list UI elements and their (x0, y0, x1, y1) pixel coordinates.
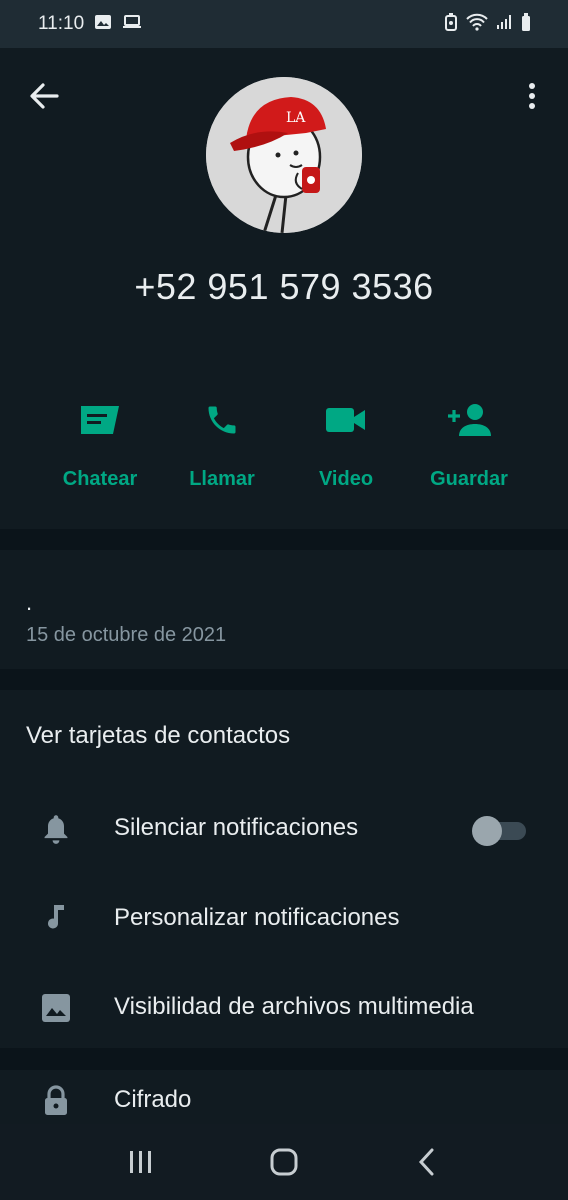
image-icon (38, 990, 74, 1026)
add-contact-icon (446, 398, 492, 442)
view-contact-cards-button[interactable]: Ver tarjetas de contactos (26, 722, 290, 750)
call-action-button[interactable]: Llamar (162, 398, 282, 491)
encryption-section[interactable]: Cifrado (0, 1070, 568, 1130)
contact-header: LA +52 951 579 3536 Chatear Llamar Video (0, 48, 568, 529)
arrow-back-icon (30, 83, 59, 109)
home-icon (270, 1148, 298, 1176)
contact-settings-section: Ver tarjetas de contactos Silenciar noti… (0, 690, 568, 1048)
mute-notifications-toggle[interactable] (472, 816, 526, 846)
save-action-button[interactable]: Guardar (409, 398, 529, 491)
recent-apps-button[interactable] (111, 1132, 171, 1192)
back-nav-button[interactable] (397, 1132, 457, 1192)
lock-icon (38, 1083, 74, 1119)
video-action-label: Video (318, 468, 374, 490)
battery-saver-icon (444, 12, 458, 36)
chat-action-button[interactable]: Chatear (40, 398, 160, 491)
chat-icon (77, 398, 123, 442)
recent-apps-icon (130, 1151, 152, 1173)
action-buttons: Chatear Llamar Video Guardar (0, 398, 568, 498)
laptop-icon (122, 14, 142, 35)
media-visibility-label: Visibilidad de archivos multimedia (114, 993, 474, 1020)
contact-avatar[interactable]: LA (206, 77, 362, 233)
chevron-left-icon (418, 1148, 434, 1176)
video-action-button[interactable]: Video (286, 398, 406, 491)
contact-phone-number: +52 951 579 3536 (134, 266, 434, 307)
signal-icon (496, 14, 512, 35)
wifi-icon (466, 13, 488, 36)
save-action-label: Guardar (430, 468, 508, 490)
media-visibility-row[interactable]: Visibilidad de archivos multimedia (0, 971, 568, 1041)
avatar-illustration: LA (206, 77, 362, 233)
gallery-icon (94, 14, 112, 35)
custom-notifications-row[interactable]: Personalizar notificaciones (0, 882, 568, 952)
about-section[interactable]: . 15 de octubre de 2021 (0, 550, 568, 669)
about-date: 15 de octubre de 2021 (26, 624, 227, 646)
status-time: 11:10 (38, 13, 85, 34)
about-text: . (26, 590, 33, 615)
mute-notifications-row[interactable]: Silenciar notificaciones (0, 792, 568, 862)
system-navigation-bar (0, 1124, 568, 1200)
custom-notifications-label: Personalizar notificaciones (114, 904, 400, 931)
chat-action-label: Chatear (62, 468, 138, 490)
call-action-label: Llamar (189, 468, 255, 490)
more-vert-icon (529, 83, 535, 109)
mute-notifications-label: Silenciar notificaciones (114, 814, 359, 841)
home-button[interactable] (254, 1132, 314, 1192)
encryption-label: Cifrado (114, 1086, 192, 1113)
battery-icon (520, 12, 532, 36)
more-options-button[interactable] (514, 76, 550, 116)
phone-icon (204, 398, 240, 442)
bell-icon (38, 811, 74, 847)
video-icon (324, 398, 368, 442)
status-bar: 11:10 (0, 0, 568, 48)
music-note-icon (38, 901, 74, 937)
back-button[interactable] (24, 76, 64, 116)
svg-text:LA: LA (286, 110, 306, 126)
